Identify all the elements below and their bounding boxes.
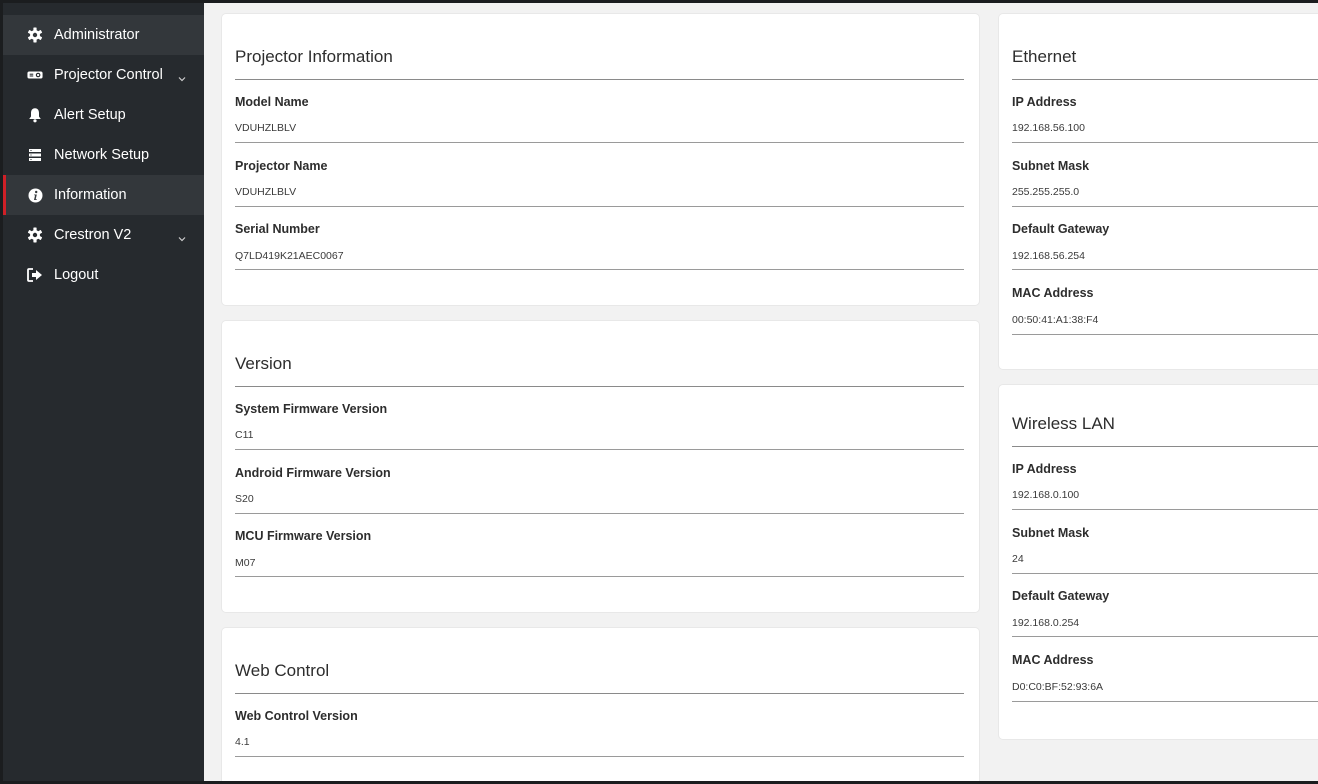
card-title: Version <box>235 354 292 373</box>
model-name-value: VDUHZLBLV <box>235 122 297 134</box>
system-firmware-value: C11 <box>235 429 254 441</box>
divider <box>235 386 964 387</box>
sidebar-item-label: Logout <box>54 267 99 283</box>
sidebar-item-alert-setup[interactable]: Alert Setup <box>3 95 204 135</box>
sidebar-item-crestron-v2[interactable]: Crestron V2 <box>3 215 204 255</box>
ethernet-subnet-label: Subnet Mask <box>1012 159 1090 173</box>
field-underline <box>1012 509 1318 510</box>
sidebar-item-label: Projector Control <box>54 67 163 83</box>
ethernet-gateway-label: Default Gateway <box>1012 222 1110 236</box>
info-icon <box>27 187 43 203</box>
ethernet-subnet-value: 255.255.255.0 <box>1012 186 1080 198</box>
sidebar: Administrator Projector Control Alert Se… <box>3 3 204 781</box>
chevron-down-icon[interactable] <box>178 229 186 247</box>
mcu-firmware-label: MCU Firmware Version <box>235 529 372 543</box>
ethernet-mac-label: MAC Address <box>1012 286 1094 300</box>
divider <box>235 79 964 80</box>
field-underline <box>1012 701 1318 702</box>
sidebar-item-label: Crestron V2 <box>54 227 132 243</box>
web-control-version-value: 4.1 <box>235 736 250 748</box>
field-underline <box>235 142 964 143</box>
server-icon <box>27 147 43 163</box>
sidebar-item-projector-control[interactable]: Projector Control <box>3 55 204 95</box>
wireless-subnet-label: Subnet Mask <box>1012 526 1090 540</box>
sidebar-item-network-setup[interactable]: Network Setup <box>3 135 204 175</box>
sidebar-item-administrator[interactable]: Administrator <box>3 15 204 55</box>
gear-icon <box>27 227 43 243</box>
projector-name-label: Projector Name <box>235 159 328 173</box>
wireless-subnet-value: 24 <box>1012 553 1024 565</box>
field-underline <box>235 269 964 270</box>
wireless-gateway-label: Default Gateway <box>1012 589 1110 603</box>
card-title: Projector Information <box>235 47 393 66</box>
system-firmware-label: System Firmware Version <box>235 402 388 416</box>
field-underline <box>235 206 964 207</box>
ethernet-ip-label: IP Address <box>1012 95 1077 109</box>
sidebar-item-logout[interactable]: Logout <box>3 255 204 295</box>
projector-information-card: Projector Information Model Name VDUHZLB… <box>222 14 979 305</box>
app-frame: Administrator Projector Control Alert Se… <box>3 3 1318 781</box>
field-underline <box>235 576 964 577</box>
logout-icon <box>27 267 43 283</box>
android-firmware-label: Android Firmware Version <box>235 466 391 480</box>
sidebar-item-label: Information <box>54 187 127 203</box>
sidebar-item-information[interactable]: Information <box>3 175 204 215</box>
field-underline <box>1012 142 1318 143</box>
gear-icon <box>27 27 43 43</box>
field-underline <box>235 449 964 450</box>
ethernet-ip-value: 192.168.56.100 <box>1012 122 1085 134</box>
field-underline <box>1012 206 1318 207</box>
field-underline <box>1012 269 1318 270</box>
divider <box>1012 79 1318 80</box>
projector-icon <box>27 67 43 83</box>
card-title: Web Control <box>235 661 330 680</box>
mcu-firmware-value: M07 <box>235 557 256 569</box>
wireless-ip-value: 192.168.0.100 <box>1012 489 1080 501</box>
main-content: Projector Information Model Name VDUHZLB… <box>204 3 1318 781</box>
web-control-card: Web Control Web Control Version 4.1 <box>222 628 979 781</box>
field-underline <box>1012 334 1318 335</box>
card-title: Wireless LAN <box>1012 414 1115 433</box>
bell-icon <box>27 107 43 123</box>
chevron-down-icon[interactable] <box>178 69 186 87</box>
field-underline <box>1012 636 1318 637</box>
field-underline <box>235 513 964 514</box>
version-card: Version System Firmware Version C11 Andr… <box>222 321 979 612</box>
card-title: Ethernet <box>1012 47 1077 66</box>
sidebar-item-label: Administrator <box>54 27 140 43</box>
field-underline <box>1012 573 1318 574</box>
serial-number-label: Serial Number <box>235 222 320 236</box>
wireless-lan-card: Wireless LAN IP Address 192.168.0.100 Su… <box>999 385 1318 739</box>
ethernet-gateway-value: 192.168.56.254 <box>1012 250 1085 262</box>
field-underline <box>235 756 964 757</box>
wireless-mac-value: D0:C0:BF:52:93:6A <box>1012 681 1104 693</box>
sidebar-item-label: Alert Setup <box>54 107 126 123</box>
projector-name-value: VDUHZLBLV <box>235 186 297 198</box>
sidebar-item-label: Network Setup <box>54 147 150 163</box>
wireless-gateway-value: 192.168.0.254 <box>1012 617 1080 629</box>
android-firmware-value: S20 <box>235 493 254 505</box>
web-control-version-label: Web Control Version <box>235 709 358 723</box>
divider <box>1012 446 1318 447</box>
ethernet-mac-value: 00:50:41:A1:38:F4 <box>1012 314 1099 326</box>
wireless-mac-label: MAC Address <box>1012 653 1094 667</box>
wireless-ip-label: IP Address <box>1012 462 1077 476</box>
serial-number-value: Q7LD419K21AEC0067 <box>235 250 344 262</box>
model-name-label: Model Name <box>235 95 309 109</box>
ethernet-card: Ethernet IP Address 192.168.56.100 Subne… <box>999 14 1318 369</box>
divider <box>235 693 964 694</box>
